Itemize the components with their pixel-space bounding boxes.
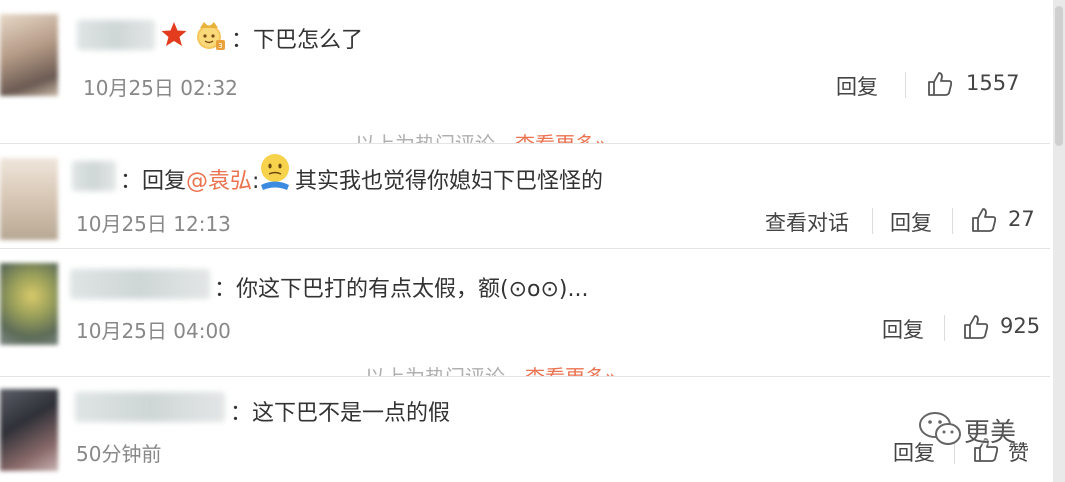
avatar[interactable] [0, 158, 58, 240]
username[interactable] [70, 269, 210, 299]
comment-time: 10月25日 12:13 [76, 212, 231, 236]
thumbs-up-icon[interactable] [962, 313, 990, 341]
divider [944, 315, 945, 341]
view-conversation-button[interactable]: 查看对话 [765, 207, 849, 237]
svg-text:3: 3 [218, 42, 222, 50]
comment-section: 3 ：下巴怎么了 10月25日 02:32 回复 1557 以上为热门评论，查看… [0, 0, 1065, 482]
reply-button[interactable]: 回复 [890, 207, 932, 237]
scrollbar[interactable] [1053, 0, 1065, 482]
username[interactable] [75, 392, 225, 422]
username[interactable] [72, 161, 116, 191]
emoji-icon [261, 154, 289, 190]
like-count: 925 [1000, 314, 1041, 338]
divider [905, 72, 906, 98]
avatar[interactable] [0, 389, 58, 471]
divider [872, 208, 873, 234]
star-icon [161, 22, 187, 46]
hot-comments-divider: 以上为热门评论，查看更多» [355, 128, 607, 143]
reply-button[interactable]: 回复 [836, 71, 878, 101]
avatar[interactable] [0, 263, 58, 345]
comment-text: 其实我也觉得你媳妇下巴怪怪的 [295, 169, 604, 194]
avatar[interactable] [0, 14, 58, 96]
like-count: 27 [1008, 207, 1035, 231]
thumbs-up-icon[interactable] [970, 206, 998, 234]
username[interactable] [77, 20, 155, 50]
comment-item: ：你这下巴打的有点太假，额(⊙o⊙)... 10月25日 04:00 回复 92… [0, 249, 1050, 359]
reply-button[interactable]: 回复 [882, 314, 924, 344]
comment-item: 3 ：下巴怎么了 10月25日 02:32 回复 1557 [0, 0, 1050, 120]
crown-badge-icon: 3 [197, 22, 225, 50]
hot-comments-text: 以上为热门评论， [355, 132, 515, 143]
watermark-text: 更美 [964, 418, 1017, 448]
view-more-link[interactable]: 查看更多» [525, 365, 617, 376]
reply-prefix: ：回复 [120, 169, 187, 194]
comment-text: ：下巴怎么了 [231, 28, 364, 53]
mention-link[interactable]: @袁弘 [186, 169, 252, 194]
comment-item: ：这下巴不是一点的假 50分钟前 回复 赞 [0, 377, 1050, 482]
comment-text: ：你这下巴打的有点太假，额(⊙o⊙)... [214, 277, 589, 302]
wechat-icon [919, 412, 961, 445]
like-count: 1557 [966, 71, 1020, 95]
hot-comments-divider: 以上为热门评论，查看更多» [365, 361, 617, 376]
comment-text: ：这下巴不是一点的假 [230, 401, 451, 426]
hot-comments-text: 以上为热门评论， [365, 365, 525, 376]
comment-time: 50分钟前 [76, 442, 162, 466]
view-more-link[interactable]: 查看更多» [515, 132, 607, 143]
comment-time: 10月25日 02:32 [83, 76, 238, 100]
divider [952, 208, 953, 234]
comment-text: ：回复@袁弘: [120, 163, 259, 195]
comment-item: ：回复@袁弘: 其实我也觉得你媳妇下巴怪怪的 10月25日 12:13 查看对话… [0, 144, 1050, 247]
scrollbar-thumb[interactable] [1055, 6, 1063, 146]
thumbs-up-icon[interactable] [926, 70, 954, 98]
comment-time: 10月25日 04:00 [76, 319, 231, 343]
